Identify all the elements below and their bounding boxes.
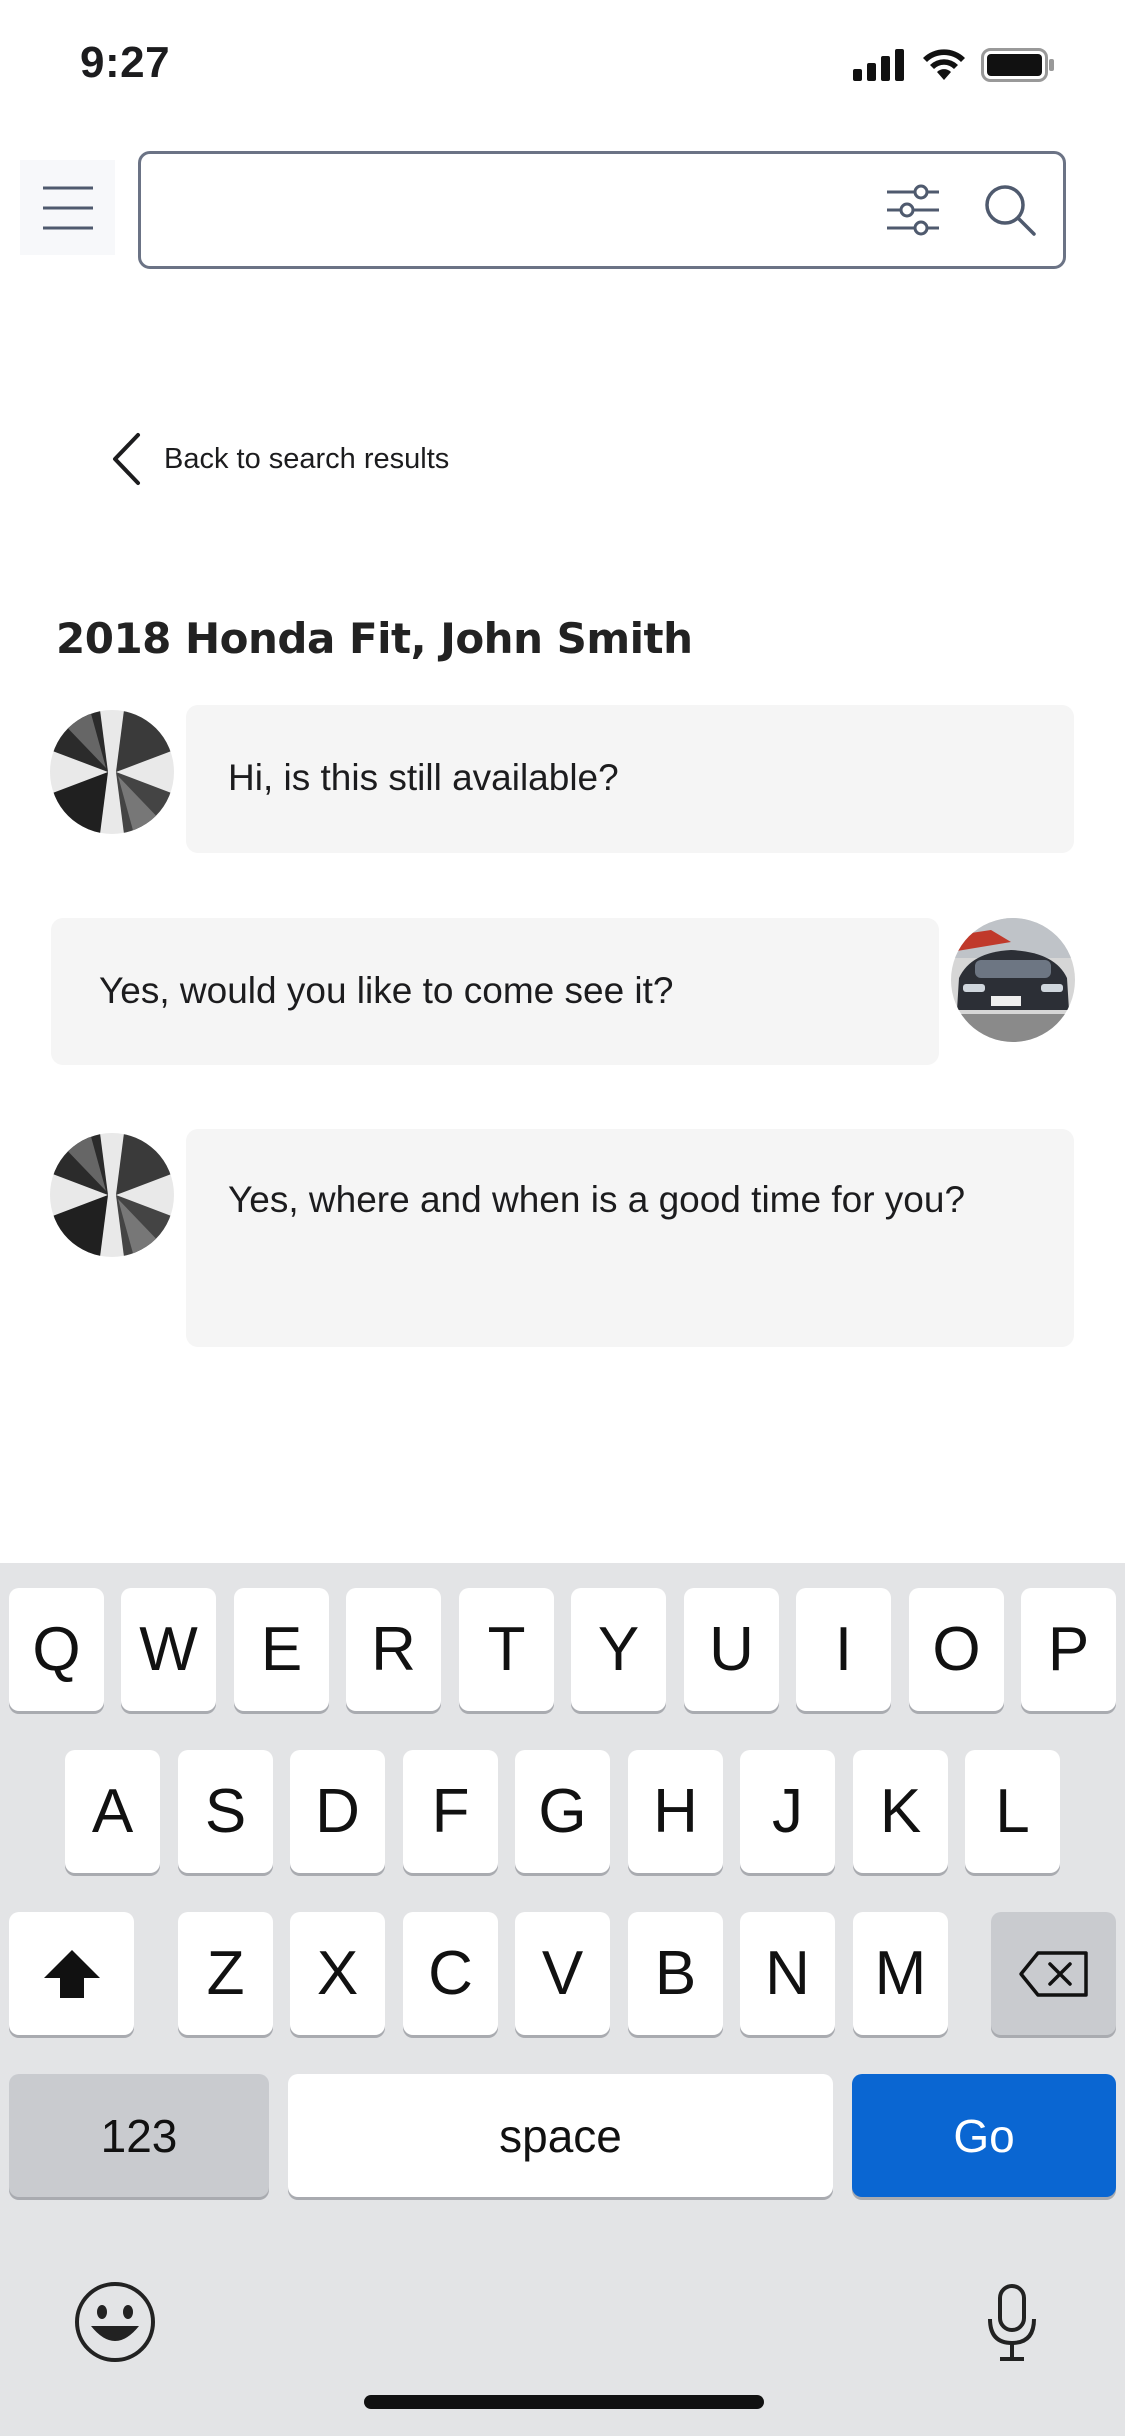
key-q[interactable]: Q [9, 1588, 104, 1711]
go-key[interactable]: Go [852, 2074, 1116, 2197]
home-indicator[interactable] [364, 2395, 764, 2409]
delete-key[interactable] [991, 1912, 1116, 2035]
keyboard: Q W E R T Y U I O P A S D F G H J K L Z … [0, 1563, 1125, 2436]
key-o[interactable]: O [909, 1588, 1004, 1711]
car-avatar [951, 918, 1075, 1042]
emoji-icon[interactable] [73, 2280, 157, 2364]
message-text: Yes, would you like to come see it? [99, 970, 674, 1011]
message-text: Yes, where and when is a good time for y… [228, 1179, 966, 1220]
wifi-icon [923, 49, 965, 80]
key-y[interactable]: Y [571, 1588, 666, 1711]
magnifier-icon[interactable] [984, 184, 1036, 236]
conversation-title: 2018 Honda Fit, John Smith [56, 614, 693, 663]
hamburger-menu-icon [42, 186, 93, 229]
numbers-key[interactable]: 123 [9, 2074, 269, 2197]
back-link-label: Back to search results [164, 442, 450, 475]
shift-icon [43, 1949, 100, 1998]
microphone-icon[interactable] [985, 2283, 1039, 2363]
message-bubble: Hi, is this still available? [186, 705, 1074, 853]
message-text: Hi, is this still available? [228, 757, 619, 798]
key-s[interactable]: S [178, 1750, 273, 1873]
key-l[interactable]: L [965, 1750, 1060, 1873]
backspace-icon [1018, 1950, 1088, 1997]
key-x[interactable]: X [290, 1912, 385, 2035]
key-z[interactable]: Z [178, 1912, 273, 2035]
status-time: 9:27 [80, 38, 171, 87]
key-m[interactable]: M [853, 1912, 948, 2035]
search-input[interactable] [161, 172, 885, 250]
key-b[interactable]: B [628, 1912, 723, 2035]
key-u[interactable]: U [684, 1588, 779, 1711]
buildings-avatar [50, 710, 174, 834]
key-g[interactable]: G [515, 1750, 610, 1873]
space-key[interactable]: space [288, 2074, 833, 2197]
key-e[interactable]: E [234, 1588, 329, 1711]
shift-key[interactable] [9, 1912, 134, 2035]
key-t[interactable]: T [459, 1588, 554, 1711]
key-i[interactable]: I [796, 1588, 891, 1711]
menu-button[interactable] [20, 160, 115, 255]
signal-icon [853, 49, 904, 81]
back-link[interactable]: Back to search results [110, 432, 449, 486]
key-a[interactable]: A [65, 1750, 160, 1873]
key-c[interactable]: C [403, 1912, 498, 2035]
sliders-filter-icon[interactable] [885, 182, 941, 238]
search-box[interactable] [138, 151, 1066, 269]
key-d[interactable]: D [290, 1750, 385, 1873]
battery-icon [981, 48, 1054, 82]
message-bubble: Yes, would you like to come see it? [51, 918, 939, 1065]
key-n[interactable]: N [740, 1912, 835, 2035]
key-r[interactable]: R [346, 1588, 441, 1711]
key-p[interactable]: P [1021, 1588, 1116, 1711]
key-k[interactable]: K [853, 1750, 948, 1873]
chevron-left-icon [113, 433, 140, 485]
buildings-avatar [50, 1133, 174, 1257]
status-icons [853, 48, 1055, 82]
message-bubble: Yes, where and when is a good time for y… [186, 1129, 1074, 1347]
key-h[interactable]: H [628, 1750, 723, 1873]
key-f[interactable]: F [403, 1750, 498, 1873]
key-v[interactable]: V [515, 1912, 610, 2035]
key-j[interactable]: J [740, 1750, 835, 1873]
key-w[interactable]: W [121, 1588, 216, 1711]
